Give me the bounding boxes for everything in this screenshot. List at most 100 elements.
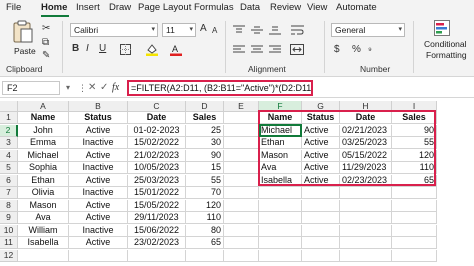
source-cell[interactable]: Mason bbox=[18, 199, 69, 212]
grid-cell[interactable] bbox=[224, 174, 259, 187]
grid-cell[interactable] bbox=[302, 187, 340, 199]
bold-button[interactable]: B bbox=[72, 43, 79, 55]
grid-cell[interactable] bbox=[224, 112, 259, 124]
italic-button[interactable]: I bbox=[86, 43, 89, 55]
wrap-text-icon[interactable] bbox=[291, 25, 304, 36]
cut-icon[interactable]: ✂ bbox=[42, 23, 50, 35]
row-header-11[interactable]: 11 bbox=[0, 237, 18, 249]
source-header-cell[interactable]: Status bbox=[69, 112, 128, 124]
result-cell[interactable]: 03/25/2023 bbox=[340, 137, 392, 149]
source-cell[interactable]: Inactive bbox=[69, 162, 128, 174]
column-header-h[interactable]: H bbox=[340, 101, 392, 112]
result-cell[interactable]: 11/29/2023 bbox=[340, 162, 392, 174]
font-name-select[interactable]: Calibri ▾ bbox=[70, 23, 158, 37]
source-cell[interactable]: 23/02/2023 bbox=[128, 237, 186, 249]
grid-cell[interactable] bbox=[69, 249, 128, 262]
row-header-5[interactable]: 5 bbox=[0, 162, 18, 174]
menu-file[interactable]: File bbox=[6, 2, 21, 16]
result-cell[interactable]: 02/21/2023 bbox=[340, 124, 392, 137]
source-cell[interactable]: 15/01/2022 bbox=[128, 187, 186, 199]
source-cell[interactable]: Ethan bbox=[18, 174, 69, 187]
result-cell[interactable]: Isabella bbox=[259, 174, 302, 187]
source-cell[interactable]: William bbox=[18, 224, 69, 237]
font-color-icon[interactable]: A bbox=[170, 43, 182, 56]
grid-cell[interactable] bbox=[224, 249, 259, 262]
percent-icon[interactable]: % bbox=[352, 44, 361, 56]
grid-cell[interactable] bbox=[392, 212, 437, 224]
source-cell[interactable]: 25/03/2023 bbox=[128, 174, 186, 187]
font-size-select[interactable]: 11 ▾ bbox=[162, 23, 196, 37]
grid-cell[interactable] bbox=[224, 137, 259, 149]
source-cell[interactable]: 10/05/2023 bbox=[128, 162, 186, 174]
underline-button[interactable]: U bbox=[99, 43, 106, 55]
result-cell[interactable]: Ava bbox=[259, 162, 302, 174]
source-header-cell[interactable]: Date bbox=[128, 112, 186, 124]
grid-cell[interactable] bbox=[302, 224, 340, 237]
menu-data[interactable]: Data bbox=[240, 2, 260, 16]
source-cell[interactable]: Active bbox=[69, 199, 128, 212]
source-cell[interactable]: 15/06/2022 bbox=[128, 224, 186, 237]
grid-cell[interactable] bbox=[302, 249, 340, 262]
cancel-icon[interactable]: ✕ bbox=[88, 81, 96, 95]
paste-button[interactable]: Paste bbox=[8, 20, 38, 60]
result-cell[interactable]: Mason bbox=[259, 149, 302, 162]
align-left-icon[interactable] bbox=[233, 45, 245, 55]
grid-cell[interactable] bbox=[259, 237, 302, 249]
shrink-font-icon[interactable]: A bbox=[212, 25, 217, 37]
grid-cell[interactable] bbox=[259, 249, 302, 262]
row-header-4[interactable]: 4 bbox=[0, 149, 18, 162]
grid-cell[interactable] bbox=[340, 249, 392, 262]
source-cell[interactable]: Active bbox=[69, 174, 128, 187]
source-header-cell[interactable]: Sales bbox=[186, 112, 224, 124]
source-cell[interactable]: 15 bbox=[186, 162, 224, 174]
result-cell[interactable]: 90 bbox=[392, 124, 437, 137]
source-cell[interactable]: Emma bbox=[18, 137, 69, 149]
name-box[interactable]: F2 bbox=[2, 81, 60, 95]
result-cell[interactable]: 55 bbox=[392, 137, 437, 149]
source-cell[interactable]: 70 bbox=[186, 187, 224, 199]
source-cell[interactable]: 90 bbox=[186, 149, 224, 162]
grid-cell[interactable] bbox=[302, 199, 340, 212]
source-cell[interactable]: 15/05/2022 bbox=[128, 199, 186, 212]
source-cell[interactable]: Inactive bbox=[69, 187, 128, 199]
column-header-c[interactable]: C bbox=[128, 101, 186, 112]
row-header-12[interactable]: 12 bbox=[0, 249, 18, 262]
currency-icon[interactable]: $ bbox=[334, 44, 340, 56]
source-cell[interactable]: 80 bbox=[186, 224, 224, 237]
merge-center-icon[interactable] bbox=[290, 44, 304, 55]
result-cell[interactable]: 65 bbox=[392, 174, 437, 187]
result-cell[interactable]: 110 bbox=[392, 162, 437, 174]
source-cell[interactable]: 110 bbox=[186, 212, 224, 224]
grid-cell[interactable] bbox=[392, 237, 437, 249]
menu-review[interactable]: Review bbox=[270, 2, 301, 16]
grid-cell[interactable] bbox=[340, 199, 392, 212]
grow-font-icon[interactable]: A bbox=[200, 23, 207, 35]
grid-cell[interactable] bbox=[224, 212, 259, 224]
formula-input[interactable]: =FILTER(A2:D11, (B2:B11="Active")*(D2:D1… bbox=[127, 80, 313, 96]
comma-style-icon[interactable]: ⁹ bbox=[368, 44, 372, 56]
result-cell[interactable]: Ethan bbox=[259, 137, 302, 149]
format-painter-icon[interactable]: ✎ bbox=[42, 50, 50, 62]
grid-cell[interactable] bbox=[340, 224, 392, 237]
source-cell[interactable]: John bbox=[18, 124, 69, 137]
grid-cell[interactable] bbox=[224, 237, 259, 249]
align-center-icon[interactable] bbox=[251, 45, 263, 55]
select-all-corner[interactable] bbox=[0, 101, 18, 112]
row-header-1[interactable]: 1 bbox=[0, 112, 18, 124]
source-cell[interactable]: Active bbox=[69, 212, 128, 224]
source-cell[interactable]: Ava bbox=[18, 212, 69, 224]
grid-cell[interactable] bbox=[186, 249, 224, 262]
grid-cell[interactable] bbox=[224, 199, 259, 212]
result-header-cell[interactable]: Status bbox=[302, 112, 340, 124]
grid-cell[interactable] bbox=[392, 224, 437, 237]
result-cell[interactable]: Active bbox=[302, 162, 340, 174]
insert-function-icon[interactable]: fx bbox=[112, 81, 119, 95]
align-top-icon[interactable] bbox=[233, 25, 245, 35]
menu-home[interactable]: Home bbox=[41, 2, 67, 16]
number-format-select[interactable]: General ▾ bbox=[331, 23, 405, 37]
column-header-d[interactable]: D bbox=[186, 101, 224, 112]
column-header-a[interactable]: A bbox=[18, 101, 69, 112]
menu-page-layout[interactable]: Page Layout bbox=[138, 2, 191, 16]
source-cell[interactable]: Active bbox=[69, 124, 128, 137]
column-header-i[interactable]: I bbox=[392, 101, 437, 112]
